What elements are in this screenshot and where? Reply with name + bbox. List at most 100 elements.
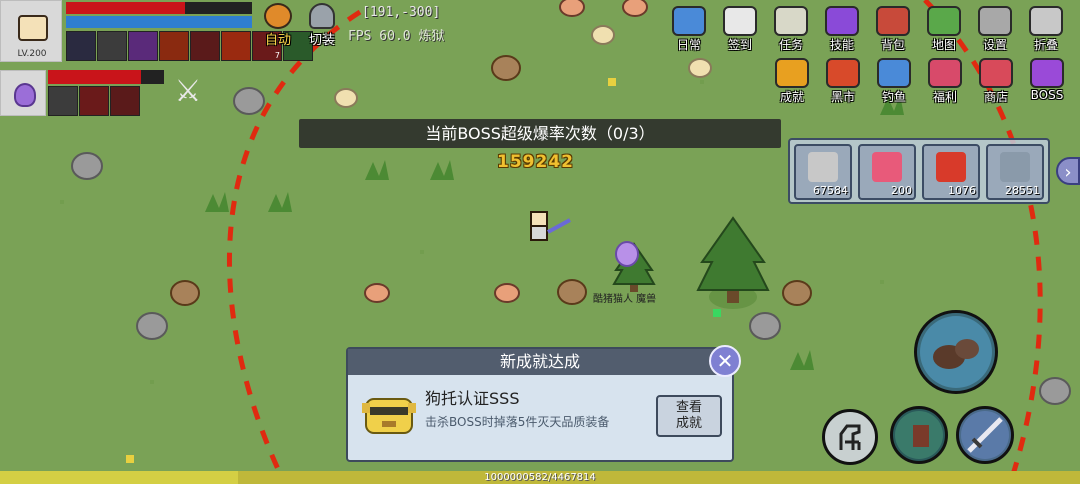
mount-skill-button[interactable] — [822, 409, 878, 465]
menu-map-label: 地图 — [931, 38, 956, 52]
crossed-swords-icon[interactable]: ⚔ — [168, 74, 208, 110]
menu-achievement-button[interactable]: 成就 — [770, 58, 814, 105]
damage-number: 159242 — [497, 152, 574, 172]
red-potion-item-icon — [936, 152, 966, 182]
close-button[interactable]: ✕ — [709, 345, 741, 377]
main-attack-skill-button[interactable] — [914, 310, 998, 394]
fold-icon — [1029, 6, 1063, 36]
gear-icon — [978, 6, 1012, 36]
boss-drop-banner: 当前BOSS超级爆率次数（0/3） — [299, 119, 781, 148]
auto-label: 自动 — [264, 33, 291, 48]
menu-settings-button[interactable]: 设置 — [973, 6, 1017, 53]
map-icon — [927, 6, 961, 36]
player-mp-bar — [66, 16, 252, 28]
pet-buff-list — [48, 86, 140, 116]
menu-daily-button[interactable]: 日常 — [667, 6, 711, 53]
inventory-slot[interactable]: 1076 — [922, 144, 980, 200]
sword-skill-icon — [961, 411, 1009, 459]
menu-quest-button[interactable]: 任务 — [769, 6, 813, 53]
menu-fold-button[interactable]: 折叠 — [1024, 6, 1068, 53]
expand-panel-button[interactable]: › — [1056, 157, 1080, 185]
backpack-icon — [876, 6, 910, 36]
menu-settings-label: 设置 — [982, 38, 1007, 52]
fps-readout: FPS 60.0 炼狱 — [348, 29, 445, 44]
fish-icon — [877, 58, 911, 88]
item-count: 67584 — [813, 184, 848, 197]
menu-fishing-button[interactable]: 钓鱼 — [872, 58, 916, 105]
pet-hp-bar — [48, 70, 164, 84]
menu-map-button[interactable]: 地图 — [922, 6, 966, 53]
warrior-skill-icon — [895, 411, 943, 459]
skill-3-button[interactable] — [956, 406, 1014, 464]
fire-buff-icon — [159, 31, 189, 61]
skill-2-button[interactable] — [890, 406, 948, 464]
menu-welfare-button[interactable]: 福利 — [923, 58, 967, 105]
menu-blackmarket-label: 黑市 — [830, 90, 855, 104]
pet-rage-buff-icon — [79, 86, 109, 116]
achievement-description: 击杀BOSS时掉落5件灭天品质装备 — [425, 415, 610, 429]
npc-label: 酷猪猫人 魔兽 — [593, 294, 657, 305]
skill-book-icon — [825, 6, 859, 36]
menu-skill-button[interactable]: 技能 — [820, 6, 864, 53]
pink-crystal-item-icon — [872, 152, 902, 182]
exp-text: 1000000582/4467814 — [484, 472, 596, 483]
view-label-line2: 成就 — [675, 416, 702, 431]
auto-battle-button[interactable]: 自动 — [260, 3, 296, 48]
player-level: LV.200 — [17, 49, 47, 59]
daily-icon — [672, 6, 706, 36]
menu-signin-label: 签到 — [727, 38, 752, 52]
menu-bag-label: 背包 — [880, 38, 905, 52]
switch-gear-button[interactable]: 切装 — [304, 3, 340, 48]
inventory-slot[interactable]: 28551 — [986, 144, 1044, 200]
disc-item-icon — [1000, 152, 1030, 182]
achievement-header: 新成就达成 — [348, 349, 732, 375]
gift-icon — [928, 58, 962, 88]
menu-boss-label: BOSS — [1030, 88, 1064, 102]
menu-quest-label: 任务 — [778, 38, 803, 52]
player-face-icon — [18, 15, 48, 41]
calendar-icon — [723, 6, 757, 36]
player-avatar[interactable]: LV.200 — [0, 0, 62, 62]
coordinates-readout: [191,-300] — [362, 5, 441, 20]
inventory-slot[interactable]: 67584 — [794, 144, 852, 200]
auto-icon — [264, 3, 292, 29]
menu-shop-label: 商店 — [983, 90, 1008, 104]
pet-spirit-icon — [14, 83, 36, 107]
achievement-popup: 新成就达成 ✕ 狗托认证SSS 击杀BOSS时掉落5件灭天品质装备 查看 成就 — [346, 345, 741, 462]
menu-blackmarket-button[interactable]: 黑市 — [821, 58, 865, 105]
inventory-slot[interactable]: 200 — [858, 144, 916, 200]
menu-shop-button[interactable]: 商店 — [974, 58, 1018, 105]
menu-skill-label: 技能 — [829, 38, 854, 52]
menu-daily-label: 日常 — [676, 38, 701, 52]
menu-fishing-label: 钓鱼 — [881, 90, 906, 104]
armor-buff-icon — [97, 31, 127, 61]
purple-orb-buff-icon — [128, 31, 158, 61]
skull-buff-icon — [66, 31, 96, 61]
pet-avatar[interactable] — [0, 70, 46, 116]
scroll-icon — [774, 6, 808, 36]
rage-buff-icon — [190, 31, 220, 61]
helmet-icon — [309, 3, 335, 29]
shop-icon — [979, 58, 1013, 88]
boss-icon — [1030, 58, 1064, 88]
item-count: 28551 — [1005, 184, 1040, 197]
dog-badge-icon — [362, 398, 416, 434]
pet-armor-buff-icon — [48, 86, 78, 116]
menu-signin-button[interactable]: 签到 — [718, 6, 762, 53]
achievement-title: 狗托认证SSS — [425, 389, 520, 408]
player-hp-bar — [66, 2, 252, 14]
menu-boss-button[interactable]: BOSS — [1025, 58, 1069, 102]
switch-label: 切装 — [308, 33, 335, 48]
view-label-line1: 查看 — [675, 400, 702, 415]
buff-stack-count: 7 — [274, 51, 280, 60]
item-count: 200 — [891, 184, 912, 197]
fist-icon — [920, 316, 992, 388]
menu-achievement-label: 成就 — [779, 90, 804, 104]
view-achievement-button[interactable]: 查看 成就 — [656, 395, 722, 437]
pet-blade-buff-icon — [110, 86, 140, 116]
item-count: 1076 — [948, 184, 976, 197]
menu-bag-button[interactable]: 背包 — [871, 6, 915, 53]
crown-icon — [826, 58, 860, 88]
menu-welfare-label: 福利 — [932, 90, 957, 104]
flame-buff-icon — [221, 31, 251, 61]
